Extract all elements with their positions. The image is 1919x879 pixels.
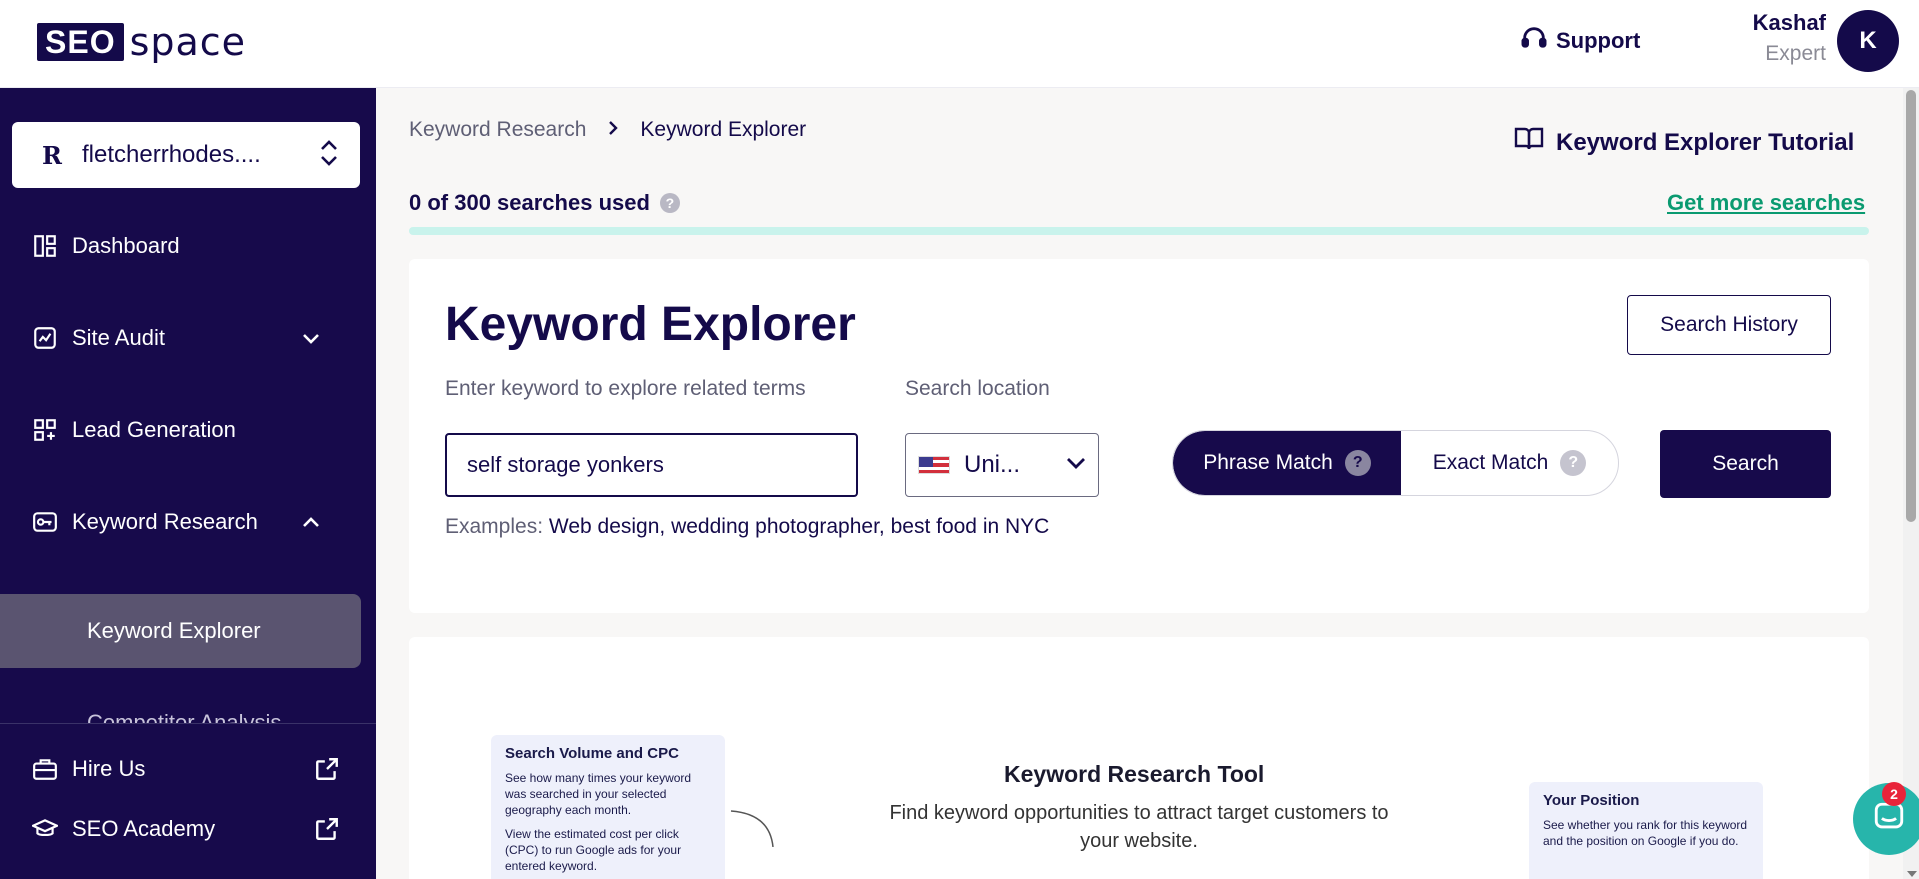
sidebar-item-label: Site Audit [72,325,165,350]
lead-generation-icon [30,415,60,445]
location-label: Search location [905,377,1050,400]
sidebar-subitem-keyword-explorer[interactable]: Keyword Explorer [0,594,361,668]
main-content: Keyword Research Keyword Explorer Keywor… [376,88,1903,879]
sidebar-item-seo-academy[interactable]: SEO Academy [0,804,376,854]
sidebar-item-label: Keyword Research [72,509,258,534]
updown-chevron-icon [318,139,340,172]
help-icon[interactable]: ? [1560,450,1587,476]
external-link-icon [314,816,340,842]
breadcrumb-current: Keyword Explorer [640,118,807,141]
sidebar-item-label: Dashboard [72,233,180,258]
search-usage: 0 of 300 searches used ? [409,190,680,216]
top-bar: SEO space Support Kashaf Expert K [0,0,1919,88]
scroll-down-arrow-icon[interactable] [1907,871,1917,877]
sidebar-item-label: SEO Academy [72,816,216,841]
logo-mark: SEO [37,23,124,61]
examples: Examples: Web design, wedding photograph… [445,515,1049,539]
match-type-toggle: Phrase Match ? Exact Match ? [1172,430,1619,496]
phrase-match-option[interactable]: Phrase Match ? [1173,431,1401,495]
sidebar-item-site-audit[interactable]: Site Audit [0,308,376,368]
site-logo-icon: R [42,140,62,170]
location-select[interactable]: Uni... [905,433,1099,497]
chevron-down-icon [1066,456,1086,475]
site-audit-icon [30,323,60,353]
sidebar-item-keyword-research[interactable]: Keyword Research [0,492,376,552]
user-info[interactable]: Kashaf Expert [1700,10,1826,66]
chevron-right-icon [608,118,619,142]
help-icon[interactable]: ? [659,193,680,213]
breadcrumb: Keyword Research Keyword Explorer [409,118,806,142]
intro-card: Search Volume and CPC See how many times… [409,637,1869,879]
breadcrumb-parent[interactable]: Keyword Research [409,118,586,142]
examples-text: Web design, wedding photographer, best f… [548,515,1050,538]
graduation-cap-icon [30,814,60,844]
box-text: See whether you rank for this keyword an… [1543,818,1748,848]
sidebar-item-label: Lead Generation [72,417,236,442]
tool-title: Keyword Research Tool [1004,761,1265,787]
your-position-illustration: Your Position See whether you rank for t… [1529,782,1763,879]
get-more-searches-link[interactable]: Get more searches [1667,190,1865,216]
user-role: Expert [1765,42,1826,65]
site-name: fletcherrhodes.... [82,141,261,168]
page-title: Keyword Explorer [445,298,856,351]
chat-icon [1872,800,1906,839]
dashboard-icon [30,231,60,261]
box-text: See how many times your keyword was sear… [505,771,692,817]
exact-match-option[interactable]: Exact Match ? [1401,431,1618,495]
site-selector[interactable]: R fletcherrhodes.... [12,122,360,188]
box-title: Search Volume and CPC [505,745,679,762]
chevron-up-icon[interactable] [296,516,326,528]
help-icon[interactable]: ? [1344,450,1371,476]
headset-icon [1520,24,1548,58]
exact-match-label: Exact Match [1432,451,1549,474]
usage-text: 0 of 300 searches used [409,190,650,215]
book-icon [1514,126,1544,159]
sidebar: R fletcherrhodes.... Dashboard Site Audi… [0,88,376,879]
logo-wordmark: space [129,20,247,64]
sidebar-item-label: Hire Us [72,756,146,781]
scrollbar[interactable] [1903,88,1919,879]
keyword-explorer-card: Keyword Explorer Search History Enter ke… [409,259,1869,613]
chevron-down-icon[interactable] [296,332,326,344]
tutorial-link[interactable]: Keyword Explorer Tutorial [1514,126,1854,159]
key-icon [30,507,60,537]
sidebar-footer: Hire Us SEO Academy [0,723,376,879]
briefcase-icon [30,754,60,784]
search-button[interactable]: Search [1660,430,1831,498]
search-volume-illustration: Search Volume and CPC See how many times… [491,735,725,879]
sidebar-item-lead-generation[interactable]: Lead Generation [0,400,376,460]
external-link-icon [314,756,340,782]
us-flag-icon [918,456,950,474]
keyword-input[interactable] [445,433,858,497]
usage-progress-bar [409,227,1869,235]
support-label: Support [1556,28,1641,53]
sidebar-item-dashboard[interactable]: Dashboard [0,216,376,276]
scrollbar-thumb[interactable] [1906,90,1916,522]
examples-label: Examples: [445,515,544,538]
avatar[interactable]: K [1837,10,1899,72]
tool-subtitle: Find keyword opportunities to attract ta… [889,802,1389,852]
tutorial-label: Keyword Explorer Tutorial [1556,128,1855,156]
support-link[interactable]: Support [1520,24,1640,58]
phrase-match-label: Phrase Match [1203,451,1333,474]
search-history-button[interactable]: Search History [1627,295,1831,355]
box-text: View the estimated cost per click (CPC) … [505,827,682,873]
connector-curve [730,810,774,847]
notification-badge: 2 [1882,782,1906,806]
seo-space-logo[interactable]: SEO space [37,20,247,64]
keyword-label: Enter keyword to explore related terms [445,377,806,400]
user-name: Kashaf [1752,10,1826,35]
location-value: Uni... [964,451,1021,478]
sidebar-item-hire-us[interactable]: Hire Us [0,744,376,794]
box-title: Your Position [1543,792,1640,809]
